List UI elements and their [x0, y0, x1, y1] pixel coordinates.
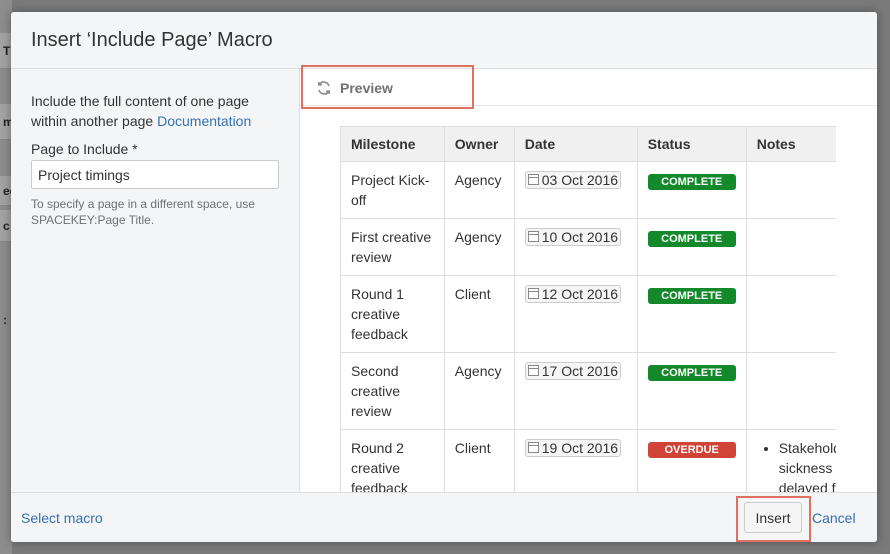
status-badge: COMPLETE	[647, 174, 736, 190]
date-text: 10 Oct 2016	[541, 228, 619, 245]
column-header-owner: Owner	[443, 126, 515, 162]
milestone-cell: Round 2 creative feedback	[340, 429, 445, 492]
status-cell: COMPLETE	[636, 161, 747, 219]
status-badge: COMPLETE	[647, 365, 736, 381]
dialog-title: Insert ‘Include Page’ Macro	[31, 28, 273, 51]
field-hint: To specify a page in a different space, …	[31, 197, 255, 227]
date-cell: 12 Oct 2016	[513, 275, 638, 353]
notes-list: Stakeholder sickness delayed f	[757, 438, 836, 492]
notes-cell: Stakeholder sickness delayed f	[745, 429, 836, 492]
milestone-cell: Second creative review	[340, 352, 445, 430]
table-row: Round 1 creative feedback Client 12 Oct …	[340, 275, 836, 353]
insert-button[interactable]: Insert	[744, 502, 802, 533]
milestone-cell: Round 1 creative feedback	[340, 275, 445, 353]
owner-cell: Agency	[443, 161, 515, 219]
date-lozenge: 17 Oct 2016	[524, 361, 622, 380]
status-badge: COMPLETE	[647, 288, 736, 304]
notes-cell	[745, 161, 836, 219]
status-cell: OVERDUE	[636, 429, 747, 492]
notes-cell	[745, 275, 836, 353]
status-cell: COMPLETE	[636, 352, 747, 430]
calendar-icon	[527, 365, 539, 376]
date-text: 12 Oct 2016	[541, 285, 619, 302]
column-header-status: Status	[636, 126, 747, 162]
calendar-icon	[527, 442, 539, 453]
column-header-milestone: Milestone	[340, 126, 445, 162]
dialog-body: Include the full content of one page wit…	[11, 65, 877, 492]
date-lozenge: 10 Oct 2016	[524, 227, 622, 246]
date-lozenge: 19 Oct 2016	[524, 438, 622, 457]
page-to-include-input[interactable]	[31, 160, 279, 189]
cancel-link[interactable]: Cancel	[812, 510, 856, 526]
date-lozenge: 03 Oct 2016	[524, 170, 622, 189]
status-cell: COMPLETE	[636, 275, 747, 353]
preview-highlight-box	[301, 65, 474, 109]
date-text: 19 Oct 2016	[541, 439, 619, 456]
insert-macro-dialog: Insert ‘Include Page’ Macro Include the …	[11, 12, 877, 542]
list-item: Stakeholder sickness delayed f	[779, 438, 836, 492]
notes-cell	[745, 218, 836, 276]
date-cell: 03 Oct 2016	[513, 161, 638, 219]
table-row: Project Kick-off Agency 03 Oct 2016 COMP…	[340, 161, 836, 219]
notes-cell	[745, 352, 836, 430]
calendar-icon	[527, 231, 539, 242]
preview-content[interactable]: Milestone Owner Date Status Notes Projec…	[340, 126, 836, 492]
calendar-icon	[527, 174, 539, 185]
macro-settings-panel: Include the full content of one page wit…	[11, 69, 300, 492]
date-cell: 10 Oct 2016	[513, 218, 638, 276]
preview-toolbar: Preview	[300, 65, 877, 109]
column-header-notes: Notes	[745, 126, 836, 162]
preview-panel: Preview Milestone Owner Date Status Note…	[300, 65, 877, 492]
documentation-link[interactable]: Documentation	[157, 113, 251, 129]
owner-cell: Agency	[443, 352, 515, 430]
status-badge: COMPLETE	[647, 231, 736, 247]
date-cell: 19 Oct 2016	[513, 429, 638, 492]
milestones-table: Milestone Owner Date Status Notes Projec…	[340, 126, 836, 492]
table-header-row: Milestone Owner Date Status Notes	[340, 126, 836, 162]
owner-cell: Client	[443, 275, 515, 353]
milestone-cell: Project Kick-off	[340, 161, 445, 219]
calendar-icon	[527, 288, 539, 299]
milestone-cell: First creative review	[340, 218, 445, 276]
owner-cell: Client	[443, 429, 515, 492]
date-lozenge: 12 Oct 2016	[524, 284, 622, 303]
date-cell: 17 Oct 2016	[513, 352, 638, 430]
status-cell: COMPLETE	[636, 218, 747, 276]
macro-description: Include the full content of one page wit…	[31, 91, 279, 131]
page-to-include-label: Page to Include *	[31, 141, 138, 157]
dialog-header: Insert ‘Include Page’ Macro	[11, 12, 877, 69]
date-text: 03 Oct 2016	[541, 171, 619, 188]
date-text: 17 Oct 2016	[541, 362, 619, 379]
select-macro-link[interactable]: Select macro	[21, 510, 103, 526]
owner-cell: Agency	[443, 218, 515, 276]
status-badge: OVERDUE	[647, 442, 736, 458]
dialog-footer: Select macro Insert Cancel	[11, 492, 877, 542]
table-row: First creative review Agency 10 Oct 2016…	[340, 218, 836, 276]
column-header-date: Date	[513, 126, 638, 162]
table-row: Round 2 creative feedback Client 19 Oct …	[340, 429, 836, 492]
table-row: Second creative review Agency 17 Oct 201…	[340, 352, 836, 430]
